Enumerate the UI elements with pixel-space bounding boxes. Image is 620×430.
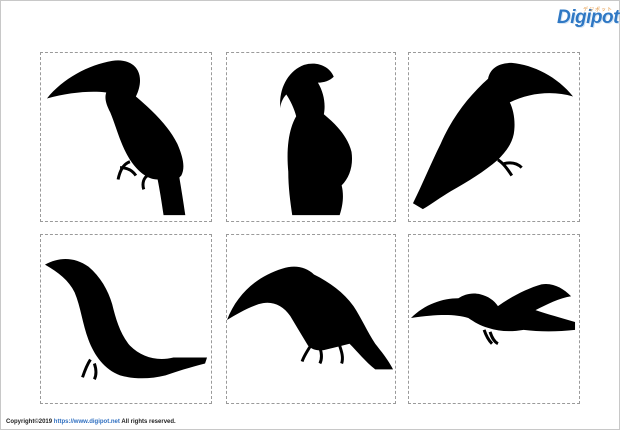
- digipot-logo[interactable]: Digipot デジポット: [557, 5, 619, 31]
- toucan-perched-head-turned-icon: [280, 63, 353, 216]
- copyright-text: Copyright©2019: [6, 419, 53, 425]
- silhouette-cell-3: [408, 52, 580, 222]
- logo-kana: デジポット: [583, 7, 614, 13]
- silhouette-cell-6: [408, 234, 580, 404]
- toucan-standing-low-icon: [44, 258, 208, 380]
- silhouette-cell-1: [40, 52, 212, 222]
- silhouette-cell-4: [40, 234, 212, 404]
- toucan-crouching-icon: [227, 266, 394, 370]
- toucan-perched-facing-right-icon: [412, 62, 574, 210]
- toucan-flying-icon: [410, 284, 576, 346]
- toucan-perched-facing-left-icon: [46, 60, 186, 216]
- silhouette-cell-2: [226, 52, 396, 222]
- rights-text: All rights reserved.: [121, 419, 176, 425]
- footer-copyright: Copyright©2019 https://www.digipot.net A…: [6, 418, 176, 426]
- footer-url-link[interactable]: https://www.digipot.net: [54, 419, 120, 425]
- silhouette-cell-5: [226, 234, 396, 404]
